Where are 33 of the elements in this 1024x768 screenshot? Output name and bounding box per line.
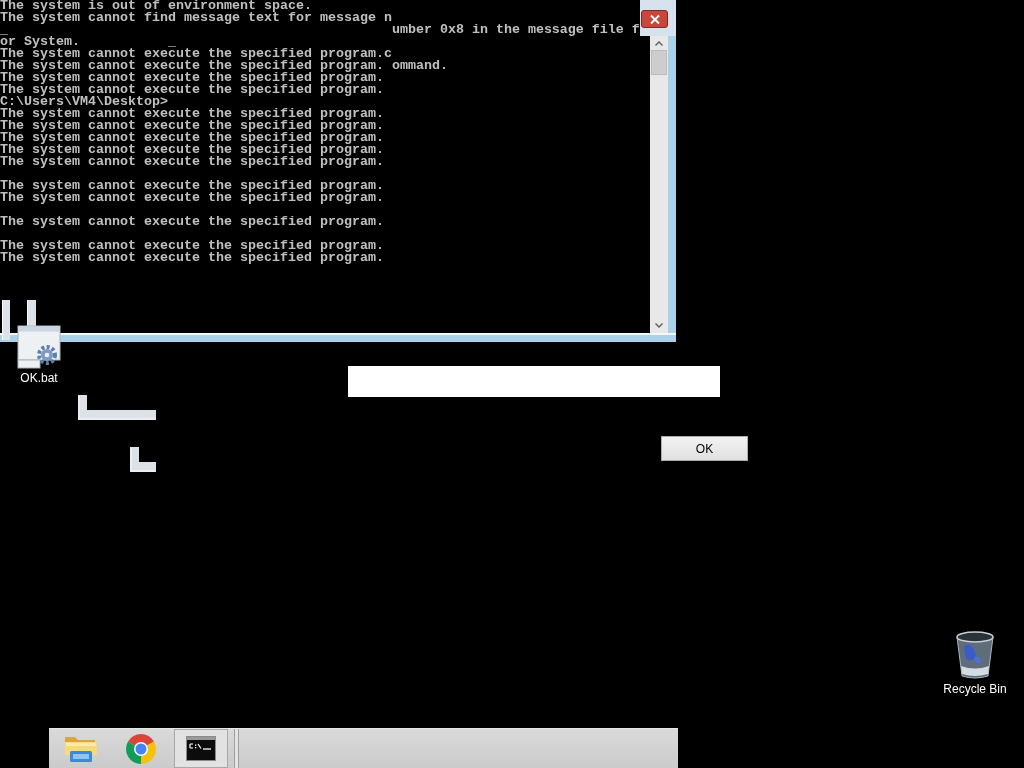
console-line: The system cannot execute the specified program.	[0, 252, 385, 264]
console-line: The system cannot execute the specified program. ommand.	[0, 60, 449, 72]
l-shaped-fragment	[130, 447, 156, 472]
console-line: The system cannot execute the specified program.	[0, 216, 385, 228]
console-line: The system cannot execute the specified program.	[0, 84, 385, 96]
console-icon	[186, 736, 216, 761]
chevron-down-icon[interactable]	[655, 322, 663, 328]
console-line: The system cannot execute the specified program.	[0, 240, 385, 252]
console-line: The system cannot execute the specified program.	[0, 156, 385, 168]
ok-button[interactable]: OK	[661, 436, 748, 461]
console-line: C:\Users\VM4\Desktop>	[0, 96, 168, 108]
console-line: The system cannot find message text for message n	[0, 12, 393, 24]
console-line: The system cannot execute the specified program.	[0, 192, 385, 204]
folder-icon	[64, 734, 98, 763]
console-line: The system cannot execute the specified program.	[0, 72, 385, 84]
chevron-up-icon[interactable]	[655, 40, 663, 46]
console-line: The system cannot execute the specified program.	[0, 144, 385, 156]
trash-bin-icon	[954, 630, 996, 680]
desktop-icon-label[interactable]: OK.bat	[20, 371, 58, 385]
console-line: or System. _	[0, 36, 176, 48]
console-line: The system cannot execute the specified program.c	[0, 48, 392, 60]
scrollbar-thumb[interactable]	[651, 50, 667, 75]
desktop-icon-label[interactable]: Recycle Bin	[943, 682, 1007, 696]
console-line: The system cannot execute the specified program.	[0, 132, 385, 144]
taskbar-button[interactable]	[174, 729, 228, 768]
console-line: The system cannot execute the specified program.	[0, 108, 385, 120]
close-button[interactable]	[641, 10, 668, 28]
scrollbar[interactable]	[650, 36, 668, 333]
console-line: The system cannot execute the specified program.	[0, 120, 385, 132]
close-icon[interactable]	[649, 14, 660, 24]
console-line: _ umber 0x8 in the message file f	[0, 24, 641, 36]
round-logo-icon	[126, 733, 156, 764]
console-line: The system cannot execute the specified program.	[0, 180, 385, 192]
